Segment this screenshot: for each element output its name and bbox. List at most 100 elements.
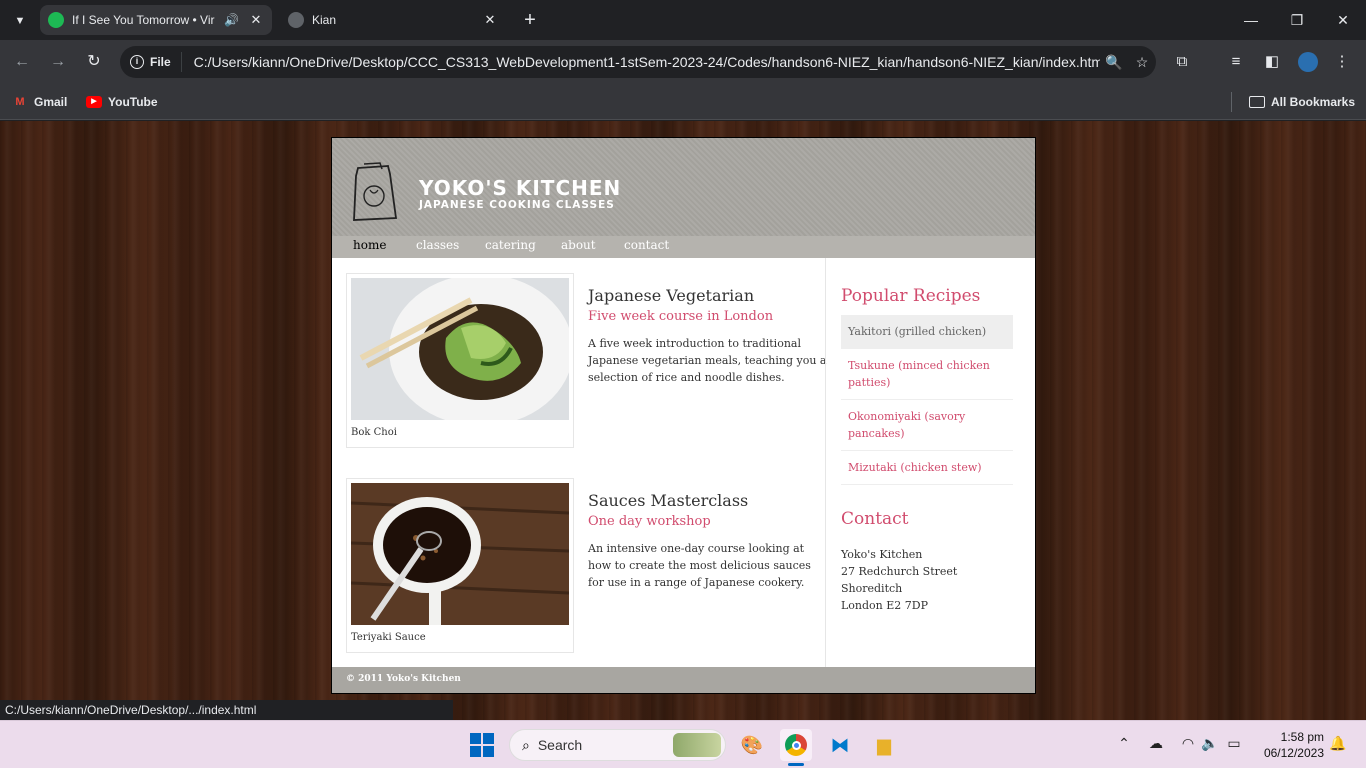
taskbar-clock[interactable]: 1:58 pm 06/12/2023 <box>1258 729 1324 761</box>
teriyaki-sauce-photo <box>351 483 569 625</box>
chrome-app-icon[interactable] <box>780 729 812 761</box>
popular-recipes-heading: Popular Recipes <box>841 286 981 306</box>
recipe-link-mizutaki[interactable]: Mizutaki (chicken stew) <box>841 451 1013 485</box>
tab-spotify[interactable]: If I See You Tomorrow • Vir 🔊 ✕ <box>40 5 272 35</box>
browser-chrome: ▼ If I See You Tomorrow • Vir 🔊 ✕ Kian ✕… <box>0 0 1366 121</box>
youtube-icon: ▶ <box>86 96 102 108</box>
nav-classes[interactable]: classes <box>416 238 459 252</box>
site-brand-subtitle: JAPANESE COOKING CLASSES <box>419 199 615 211</box>
profile-avatar[interactable] <box>1296 50 1320 74</box>
chevron-up-icon[interactable]: ⌃ <box>1114 735 1134 755</box>
notification-bell-icon[interactable]: 🔔 <box>1328 735 1348 755</box>
article-title: Sauces Masterclass <box>588 491 749 510</box>
close-tab-icon[interactable]: ✕ <box>480 12 500 28</box>
site-brand: YOKO'S KITCHEN <box>419 176 622 200</box>
article-body: A five week introduction to traditional … <box>588 337 827 384</box>
close-window-button[interactable]: ✕ <box>1320 8 1366 32</box>
nav-contact[interactable]: contact <box>624 238 669 252</box>
article-text: Sauces Masterclass One day workshop An i… <box>588 491 828 591</box>
nav-about[interactable]: about <box>561 238 596 252</box>
chip-label: File <box>150 55 171 69</box>
tab-strip: ▼ If I See You Tomorrow • Vir 🔊 ✕ Kian ✕… <box>0 0 1366 40</box>
extensions-icon[interactable]: ⧉ <box>1170 50 1194 74</box>
sidebar: Popular Recipes Yakitori (grilled chicke… <box>825 258 1035 667</box>
paint-app-icon[interactable]: 🎨 <box>736 729 768 761</box>
onedrive-icon[interactable]: ☁ <box>1146 735 1166 755</box>
site-info-chip[interactable]: i File <box>130 52 182 72</box>
article-subtitle: Five week course in London <box>588 309 774 324</box>
all-bookmarks-label: All Bookmarks <box>1271 95 1356 109</box>
recipe-link-okonomiyaki[interactable]: Okonomiyaki (savory pancakes) <box>841 400 1013 451</box>
toolbar: ← → ↻ i File C:/Users/kiann/OneDrive/Des… <box>0 40 1366 84</box>
clock-date: 06/12/2023 <box>1263 746 1324 760</box>
status-url-bubble: C:/Users/kiann/OneDrive/Desktop/.../inde… <box>0 700 453 720</box>
bok-choi-photo <box>351 278 569 420</box>
site-footer: © 2011 Yoko's Kitchen <box>332 667 1035 693</box>
bookmark-label: Gmail <box>34 95 68 109</box>
tab-kian[interactable]: Kian ✕ <box>280 5 506 35</box>
article-title: Japanese Vegetarian <box>588 286 755 305</box>
volume-icon[interactable]: 🔈 <box>1200 735 1220 755</box>
side-panel-icon[interactable]: ◧ <box>1260 50 1284 74</box>
tab-search-icon[interactable]: ▼ <box>8 9 32 33</box>
article-text: Japanese Vegetarian Five week course in … <box>588 286 828 386</box>
bookmark-youtube[interactable]: ▶ YouTube <box>86 92 158 112</box>
recipe-link-tsukune[interactable]: Tsukune (minced chicken patties) <box>841 349 1013 400</box>
gmail-icon: M <box>15 96 25 108</box>
wifi-icon[interactable]: ◠ <box>1178 735 1198 755</box>
vscode-app-icon[interactable]: ⧓ <box>824 729 856 761</box>
contact-line: 27 Redchurch Street <box>841 565 958 578</box>
bookmark-gmail[interactable]: M Gmail <box>12 92 67 112</box>
minimize-button[interactable]: — <box>1228 8 1274 32</box>
taskbar: ⌕ Search 🎨 ⧓ ▆ ⌃ ☁ ◠ 🔈 ▭ 1:58 pm 06/12/2… <box>0 720 1366 768</box>
nav-home[interactable]: home <box>353 238 386 252</box>
all-bookmarks-button[interactable]: All Bookmarks <box>1249 92 1355 112</box>
figure-caption: Bok Choi <box>351 427 397 438</box>
recipe-link-yakitori[interactable]: Yakitori (grilled chicken) <box>841 315 1013 349</box>
address-bar[interactable]: i File C:/Users/kiann/OneDrive/Desktop/C… <box>120 46 1156 78</box>
reload-button[interactable]: ↻ <box>82 50 106 74</box>
url-text[interactable]: C:/Users/kiann/OneDrive/Desktop/CCC_CS31… <box>194 54 1100 70</box>
contact-line: Yoko's Kitchen <box>841 548 923 561</box>
taskbar-search[interactable]: ⌕ Search <box>509 729 726 761</box>
figure-caption: Teriyaki Sauce <box>351 632 426 643</box>
battery-icon[interactable]: ▭ <box>1224 735 1244 755</box>
search-icon: ⌕ <box>522 736 530 753</box>
tab-title: If I See You Tomorrow • Vir <box>72 13 215 27</box>
close-tab-icon[interactable]: ✕ <box>246 12 266 28</box>
contact-line: Shoreditch <box>841 582 903 595</box>
search-highlight-image <box>673 733 721 757</box>
info-icon: i <box>130 55 144 69</box>
article-body: An intensive one-day course looking at h… <box>588 542 811 589</box>
search-label: Search <box>537 737 583 753</box>
bookmarks-bar: M Gmail ▶ YouTube All Bookmarks <box>0 84 1366 120</box>
site-nav: home classes catering about contact <box>332 236 1035 258</box>
speaker-icon[interactable]: 🔊 <box>224 13 240 27</box>
zoom-icon[interactable]: 🔍 <box>1100 54 1128 71</box>
back-button[interactable]: ← <box>10 50 34 74</box>
recipe-list: Yakitori (grilled chicken) Tsukune (minc… <box>841 315 1013 485</box>
bookmarks-divider <box>1231 92 1232 112</box>
tab-title: Kian <box>312 13 337 27</box>
folder-icon <box>1249 96 1265 108</box>
nav-catering[interactable]: catering <box>485 238 536 252</box>
windows-start-icon[interactable] <box>470 733 494 757</box>
active-app-indicator <box>788 763 804 766</box>
article-subtitle: One day workshop <box>588 514 711 529</box>
forward-button[interactable]: → <box>46 50 70 74</box>
page-viewport: YOKO'S KITCHEN JAPANESE COOKING CLASSES … <box>0 121 1366 720</box>
restore-button[interactable]: ❐ <box>1274 8 1320 32</box>
file-explorer-icon[interactable]: ▆ <box>868 729 900 761</box>
contact-line: London E2 7DP <box>841 599 929 612</box>
new-tab-button[interactable]: + <box>518 9 542 33</box>
bookmark-label: YouTube <box>108 95 158 109</box>
bookmark-star-icon[interactable]: ☆ <box>1128 54 1156 71</box>
figure: Bok Choi <box>346 273 574 448</box>
site-header: YOKO'S KITCHEN JAPANESE COOKING CLASSES <box>332 138 1035 236</box>
media-control-icon[interactable]: ≡ <box>1224 50 1248 74</box>
clock-time: 1:58 pm <box>1280 730 1324 744</box>
globe-icon <box>288 12 304 28</box>
menu-icon[interactable]: ⋮ <box>1330 50 1354 74</box>
contact-address: Yoko's Kitchen 27 Redchurch Street Shore… <box>841 546 957 614</box>
site-container: YOKO'S KITCHEN JAPANESE COOKING CLASSES … <box>331 137 1036 694</box>
